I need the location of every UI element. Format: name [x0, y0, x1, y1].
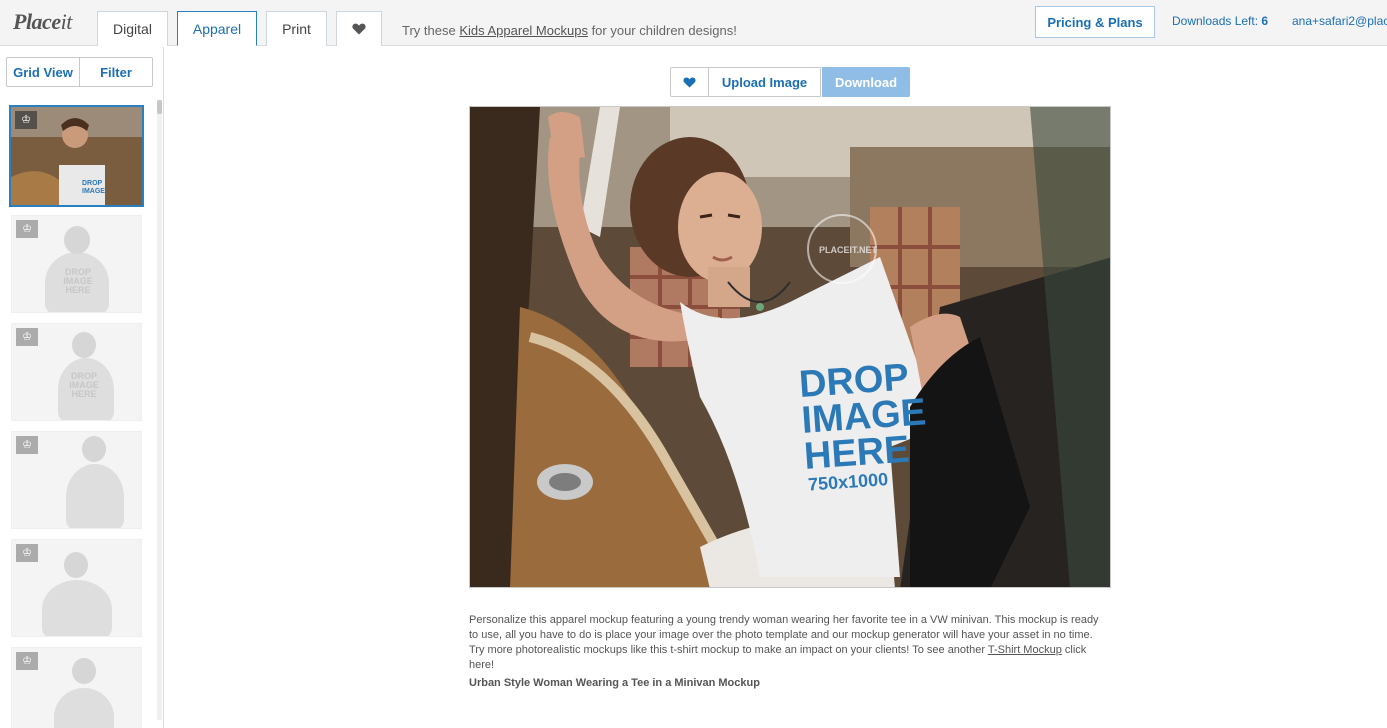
favorite-button[interactable] [670, 67, 709, 97]
thumbnail-person [42, 580, 112, 636]
template-thumbnail[interactable]: DROP IMAGE HERE ♔ [11, 215, 142, 313]
pricing-plans-button[interactable]: Pricing & Plans [1035, 6, 1155, 38]
template-thumbnail[interactable]: DROP IMAGE ♔ [9, 105, 144, 207]
thumbnail-head [64, 226, 90, 254]
sidebar-scrollbar[interactable] [157, 100, 162, 720]
kids-apparel-link[interactable]: Kids Apparel Mockups [459, 23, 588, 38]
heart-icon [352, 23, 366, 35]
svg-text:IMAGE: IMAGE [82, 188, 105, 195]
thumbnail-person [66, 464, 124, 528]
mockup-preview[interactable]: PLACEIT.NET DROP IMAGE HERE 750x1000 [469, 106, 1111, 588]
template-thumbnail[interactable]: ♔ [11, 431, 142, 529]
crown-icon: ♔ [16, 328, 38, 346]
tab-digital[interactable]: Digital [97, 11, 168, 46]
tab-apparel[interactable]: Apparel [177, 11, 257, 46]
thumbnail-head [72, 332, 96, 358]
thumbnail-person [54, 688, 114, 728]
filter-button[interactable]: Filter [79, 58, 152, 86]
sidebar-scroll-thumb[interactable] [157, 100, 162, 114]
tab-apparel-label: Apparel [192, 20, 242, 37]
crown-icon: ♔ [16, 436, 38, 454]
crown-icon: ♔ [16, 652, 38, 670]
promo-text: Try these Kids Apparel Mockups for your … [402, 23, 737, 38]
tshirt-mockup-link[interactable]: T-Shirt Mockup [988, 644, 1062, 656]
upload-image-button[interactable]: Upload Image [709, 67, 821, 97]
mockup-photo: PLACEIT.NET DROP IMAGE HERE 750x1000 [470, 107, 1110, 587]
sidebar: Grid View Filter DROP IMAGE ♔ DROP IMAGE… [0, 47, 164, 728]
tab-favorites[interactable] [336, 11, 382, 46]
crown-icon: ♔ [15, 111, 37, 129]
tab-print-label: Print [282, 21, 311, 37]
view-toggle-group: Grid View Filter [6, 57, 153, 87]
svg-text:DROP: DROP [82, 180, 103, 187]
thumbnail-placeholder-text: DROP IMAGE HERE [63, 267, 93, 295]
crown-icon: ♔ [16, 220, 38, 238]
crown-icon: ♔ [16, 544, 38, 562]
mockup-description: Personalize this apparel mockup featurin… [469, 614, 1099, 671]
thumbnail-placeholder-text: DROP IMAGE HERE [69, 371, 99, 399]
placeit-logo[interactable]: Placeit [13, 9, 72, 35]
tab-digital-label: Digital [113, 21, 152, 37]
thumbnail-head [82, 436, 106, 462]
user-account-link[interactable]: ana+safari2@plac [1292, 14, 1387, 28]
editor-toolbar: Upload Image Download [670, 67, 910, 97]
mockup-title: Urban Style Woman Wearing a Tee in a Min… [469, 677, 760, 689]
watermark-text: PLACEIT.NET [819, 245, 878, 255]
download-button[interactable]: Download [822, 67, 910, 97]
template-thumbnail[interactable]: ♔ [11, 539, 142, 637]
template-thumbnail[interactable]: DROP IMAGE HERE ♔ [11, 323, 142, 421]
tab-print[interactable]: Print [266, 11, 327, 46]
grid-view-button[interactable]: Grid View [7, 58, 79, 86]
template-thumbnail[interactable]: ♔ [11, 647, 142, 728]
downloads-left: Downloads Left: 6 [1172, 14, 1269, 28]
thumbnail-head [64, 552, 88, 578]
thumbnail-head [72, 658, 96, 684]
downloads-count: 6 [1261, 14, 1269, 28]
heart-icon [683, 77, 696, 88]
top-bar: Placeit Digital Apparel Print Try these … [0, 0, 1387, 46]
